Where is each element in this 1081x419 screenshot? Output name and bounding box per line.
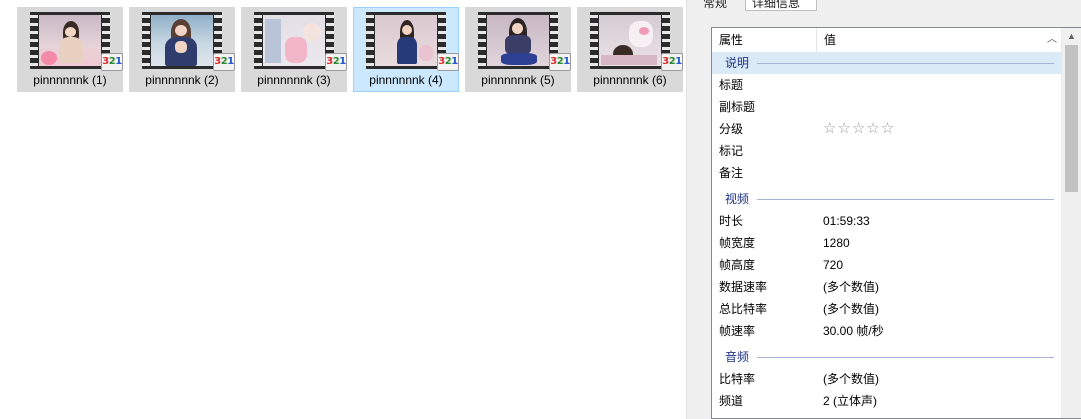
media-player-badge-icon: 321	[549, 53, 571, 71]
property-row[interactable]: 数据速率 (多个数值)	[712, 276, 1062, 298]
media-player-badge-icon: 321	[213, 53, 235, 71]
file-item[interactable]: 321 pinnnnnnk (6)	[577, 7, 683, 92]
file-name: pinnnnnnk (1)	[33, 73, 107, 87]
property-row[interactable]: 帧宽度 1280	[712, 232, 1062, 254]
properties-pane: 常规 详细信息 属性 值 ︿ 说明 标题 副标题 分级 ☆☆☆☆☆ 标记 备注 视…	[686, 0, 1081, 419]
file-item[interactable]: 321 pinnnnnnk (4)	[353, 7, 459, 92]
video-thumbnail	[30, 12, 110, 69]
property-row-rating[interactable]: 分级 ☆☆☆☆☆	[712, 118, 1062, 140]
tab-general[interactable]: 常规	[697, 0, 739, 11]
file-name: pinnnnnnk (5)	[481, 73, 555, 87]
tab-details[interactable]: 详细信息	[745, 0, 817, 11]
media-player-badge-icon: 321	[661, 53, 683, 71]
rating-stars-icon[interactable]: ☆☆☆☆☆	[823, 118, 895, 140]
property-row[interactable]: 备注	[712, 162, 1062, 184]
video-thumbnail	[254, 12, 334, 69]
file-name: pinnnnnnk (2)	[145, 73, 219, 87]
file-item[interactable]: 321 pinnnnnnk (5)	[465, 7, 571, 92]
property-row[interactable]: 总比特率 (多个数值)	[712, 298, 1062, 320]
file-name: pinnnnnnk (6)	[593, 73, 667, 87]
property-row[interactable]: 频道 2 (立体声)	[712, 390, 1062, 412]
file-item[interactable]: 321 pinnnnnnk (2)	[129, 7, 235, 92]
group-header-video[interactable]: 视频	[712, 188, 1062, 210]
property-row[interactable]: 标题	[712, 74, 1062, 96]
property-row[interactable]: 比特率 (多个数值)	[712, 368, 1062, 390]
property-row[interactable]: 标记	[712, 140, 1062, 162]
video-thumbnail	[590, 12, 670, 69]
property-row[interactable]: 副标题	[712, 96, 1062, 118]
video-thumbnail	[142, 12, 222, 69]
property-row[interactable]: 帧高度 720	[712, 254, 1062, 276]
property-row[interactable]: 时长 01:59:33	[712, 210, 1062, 232]
file-item[interactable]: 321 pinnnnnnk (1)	[17, 7, 123, 92]
file-name: pinnnnnnk (3)	[257, 73, 331, 87]
media-player-badge-icon: 321	[325, 53, 347, 71]
scroll-up-arrow-icon[interactable]: ▲	[1062, 28, 1081, 45]
column-header-value[interactable]: 值	[817, 28, 1047, 52]
media-player-badge-icon: 321	[437, 53, 459, 71]
video-thumbnail	[478, 12, 558, 69]
file-item[interactable]: 321 pinnnnnnk (3)	[241, 7, 347, 92]
chevron-up-icon[interactable]: ︿	[1047, 32, 1061, 48]
properties-list: 属性 值 ︿ 说明 标题 副标题 分级 ☆☆☆☆☆ 标记 备注 视频 时长 01:5…	[711, 27, 1081, 419]
column-header-property[interactable]: 属性	[712, 28, 817, 52]
video-thumbnail	[366, 12, 446, 69]
group-header-description[interactable]: 说明	[712, 52, 1062, 74]
vertical-scrollbar[interactable]: ▲	[1061, 28, 1081, 418]
file-name: pinnnnnnk (4)	[369, 73, 443, 87]
property-row[interactable]: 帧速率 30.00 帧/秒	[712, 320, 1062, 342]
group-header-audio[interactable]: 音频	[712, 346, 1062, 368]
media-player-badge-icon: 321	[101, 53, 123, 71]
scrollbar-thumb[interactable]	[1065, 45, 1078, 192]
file-list-pane: 321 pinnnnnnk (1) 321 pinnnnnnk (2) 321 …	[0, 0, 686, 419]
